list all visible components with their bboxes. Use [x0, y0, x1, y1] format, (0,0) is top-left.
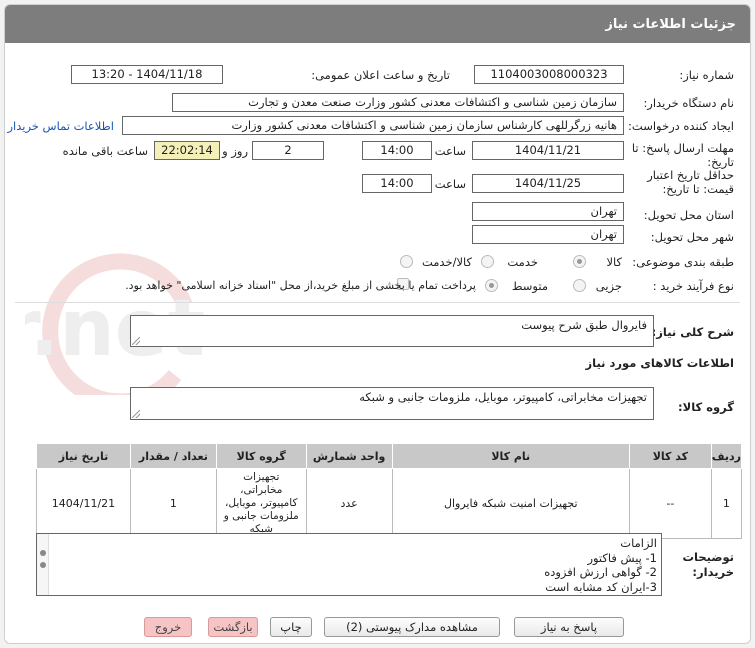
- category-radio-goods-service[interactable]: [400, 255, 413, 268]
- summary-field: فایروال طبق شرح پیوست: [130, 315, 654, 347]
- goods-info-title: اطلاعات کالاهای مورد نیاز: [585, 356, 734, 370]
- cell-name: تجهیزات امنیت شبکه فایروال: [391, 468, 630, 539]
- notes-line: 3-ایران کد مشابه است: [545, 579, 657, 594]
- cell-date: 1404/11/21: [36, 468, 131, 539]
- notes-scrollbar[interactable]: [37, 534, 49, 595]
- buyer-contact-link[interactable]: اطلاعات تماس خریدار: [7, 119, 114, 133]
- requester-field: هانیه زرگرللهی کارشناس سازمان زمین شناسی…: [122, 116, 624, 135]
- purchase-type-label: نوع فرآیند خرید :: [652, 279, 734, 293]
- panel-header: جزئیات اطلاعات نیاز: [5, 5, 750, 43]
- remaining-time-countdown: 22:02:14: [154, 141, 220, 160]
- reply-deadline-time: 14:00: [362, 141, 432, 160]
- col-qty: تعداد / مقدار: [129, 443, 217, 469]
- reply-button[interactable]: پاسخ به نیاز: [514, 617, 624, 637]
- col-date: تاریخ نیاز: [36, 443, 131, 469]
- col-code: کد کالا: [628, 443, 712, 469]
- category-option-goods-service: کالا/خدمت: [421, 255, 472, 269]
- price-validity-time: 14:00: [362, 174, 432, 193]
- need-number-label: شماره نیاز:: [679, 68, 734, 82]
- price-validity-label-2: قیمت: تا تاریخ:: [662, 182, 734, 196]
- buyer-org-field: سازمان زمین شناسی و اکتشافات معدنی کشور …: [172, 93, 624, 112]
- requester-label: ایجاد کننده درخواست:: [628, 119, 734, 133]
- delivery-city-field: تهران: [472, 225, 624, 244]
- price-validity-date: 1404/11/25: [472, 174, 624, 193]
- items-table: ردیف کد کالا نام کالا واحد شمارش گروه کا…: [36, 443, 743, 539]
- delivery-city-label: شهر محل تحویل:: [650, 230, 734, 244]
- reply-days-remaining: 2: [252, 141, 324, 160]
- col-group: گروه کالا: [215, 443, 307, 469]
- scroll-thumb-icon[interactable]: [40, 550, 46, 556]
- cell-group: تجهیزات مخابراتی، کامپیوتر، موبایل، ملزو…: [215, 468, 307, 539]
- resize-handle-icon[interactable]: [132, 410, 140, 418]
- col-name: نام کالا: [391, 443, 630, 469]
- notes-line: 1- پیش فاکتور: [587, 550, 657, 565]
- notes-line: الزامات: [620, 536, 657, 550]
- need-number-field: 1104003008000323: [474, 65, 624, 84]
- announce-datetime-label: تاریخ و ساعت اعلان عمومی:: [311, 68, 450, 82]
- cell-row: 1: [710, 468, 743, 539]
- category-radio-service[interactable]: [481, 255, 494, 268]
- goods-group-label: گروه کالا:: [678, 400, 734, 414]
- back-button[interactable]: بازگشت: [208, 617, 258, 637]
- category-option-service: خدمت: [507, 255, 538, 269]
- notes-line: 2- گواهی ارزش افزوده: [544, 565, 657, 579]
- goods-group-text: تجهیزات مخابراتی، کامپیوتر، موبایل، ملزو…: [359, 390, 647, 404]
- price-validity-label: حداقل تاریخ اعتبار: [647, 168, 734, 182]
- price-time-label: ساعت: [434, 177, 466, 191]
- purchase-option-medium: متوسط: [511, 279, 548, 293]
- summary-label: شرح کلی نیاز:: [651, 325, 734, 339]
- summary-text: فایروال طبق شرح پیوست: [521, 318, 647, 332]
- cell-qty: 1: [129, 468, 217, 539]
- delivery-province-field: تهران: [472, 202, 624, 221]
- cell-code: --: [628, 468, 712, 539]
- buyer-notes-label: توضیحات: [682, 550, 735, 564]
- section-divider: [15, 302, 740, 303]
- panel-title: جزئیات اطلاعات نیاز: [605, 16, 736, 32]
- print-button[interactable]: چاپ: [270, 617, 312, 637]
- col-unit: واحد شمارش: [305, 443, 393, 469]
- buyer-notes-field[interactable]: الزامات 1- پیش فاکتور 2- گواهی ارزش افزو…: [36, 533, 662, 596]
- need-details-panel: جزئیات اطلاعات نیاز AriaTender.net شماره…: [4, 4, 751, 644]
- purchase-radio-minor[interactable]: [573, 279, 586, 292]
- buyer-org-label: نام دستگاه خریدار:: [643, 96, 734, 110]
- resize-handle-icon[interactable]: [132, 337, 140, 345]
- remaining-time-label: ساعت باقی مانده: [62, 144, 148, 158]
- days-label: روز و: [222, 144, 248, 158]
- items-table-header: ردیف کد کالا نام کالا واحد شمارش گروه کا…: [36, 443, 743, 469]
- announce-datetime-field: 1404/11/18 - 13:20: [71, 65, 223, 84]
- table-row: 1 -- تجهیزات امنیت شبکه فایروال عدد تجهی…: [36, 468, 743, 539]
- buyer-notes-label-2: خریدار:: [692, 565, 734, 579]
- category-label: طبقه بندی موضوعی:: [632, 255, 734, 269]
- reply-deadline-label: مهلت ارسال پاسخ: تا: [631, 141, 734, 155]
- reply-time-label: ساعت: [434, 144, 466, 158]
- scroll-thumb-icon[interactable]: [40, 562, 46, 568]
- goods-group-field: تجهیزات مخابراتی، کامپیوتر، موبایل، ملزو…: [130, 387, 654, 420]
- reply-deadline-label-2: تاریخ:: [707, 155, 734, 169]
- exit-button[interactable]: خروج: [144, 617, 192, 637]
- attachments-button[interactable]: مشاهده مدارک پیوستی (2): [324, 617, 500, 637]
- category-radio-goods[interactable]: [573, 255, 586, 268]
- cell-unit: عدد: [305, 468, 393, 539]
- buyer-notes-text: الزامات 1- پیش فاکتور 2- گواهی ارزش افزو…: [51, 536, 657, 594]
- delivery-province-label: استان محل تحویل:: [643, 208, 734, 222]
- purchase-radio-medium[interactable]: [485, 279, 498, 292]
- reply-deadline-date: 1404/11/21: [472, 141, 624, 160]
- col-row: ردیف: [710, 443, 743, 469]
- purchase-option-minor: جزیی: [595, 279, 622, 293]
- treasury-note: پرداخت تمام یا بخشی از مبلغ خرید،از محل …: [125, 279, 476, 292]
- category-option-goods: کالا: [606, 255, 622, 269]
